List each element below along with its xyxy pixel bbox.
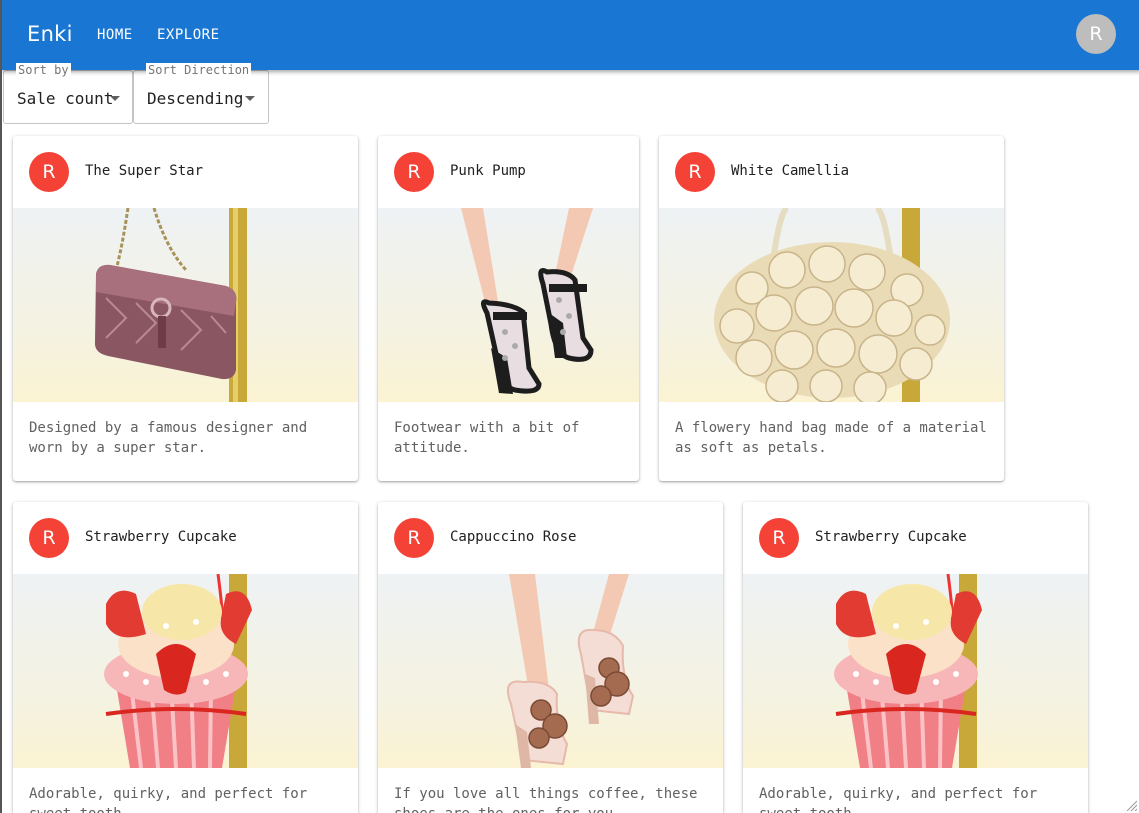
card-description: A flowery hand bag made of a material as…: [675, 420, 987, 456]
card-avatar: R: [29, 152, 69, 192]
card-description: Adorable, quirky, and perfect for sweet …: [759, 786, 1038, 813]
app-title[interactable]: Enki: [27, 22, 73, 46]
card-description: Footwear with a bit of attitude.: [394, 420, 580, 456]
card-title: Strawberry Cupcake: [815, 529, 967, 545]
cupcake-bag-image: [13, 574, 358, 768]
spiked-heels-image: [378, 208, 639, 402]
product-card[interactable]: R Cappuccino Rose If you love all things…: [378, 502, 723, 813]
card-header: R Punk Pump: [378, 136, 639, 208]
card-header: R Strawberry Cupcake: [743, 502, 1088, 574]
product-card[interactable]: R Strawberry Cupcake Adorable, quirky, a…: [743, 502, 1088, 813]
card-header: R Cappuccino Rose: [378, 502, 723, 574]
cupcake-bag-image: [743, 574, 1088, 768]
sort-direction-value: Descending: [147, 89, 244, 108]
card-description: Designed by a famous designer and worn b…: [29, 420, 308, 456]
sort-direction-label: Sort Direction: [146, 63, 252, 77]
app-bar: Enki HOME EXPLORE R: [2, 0, 1139, 70]
product-card[interactable]: R Punk Pump Footwear with a bit of attit…: [378, 136, 639, 481]
card-header: R Strawberry Cupcake: [13, 502, 358, 574]
nav-home-link[interactable]: HOME: [97, 27, 133, 43]
product-card[interactable]: R The Super Star Designed by a famous de…: [13, 136, 358, 481]
card-header: R The Super Star: [13, 136, 358, 208]
card-avatar: R: [675, 152, 715, 192]
rose-heels-image: [378, 574, 723, 768]
card-title: Strawberry Cupcake: [85, 529, 237, 545]
card-title: White Camellia: [731, 163, 850, 179]
card-title: Punk Pump: [450, 163, 526, 179]
card-avatar: R: [29, 518, 69, 558]
clutch-bag-image: [13, 208, 358, 402]
nav-explore-link[interactable]: EXPLORE: [157, 27, 220, 43]
resize-grip-icon[interactable]: [1125, 799, 1137, 811]
sort-by-select[interactable]: Sort by Sale count: [3, 63, 133, 124]
flower-bag-image: [659, 208, 1004, 402]
card-avatar: R: [394, 518, 434, 558]
card-avatar: R: [759, 518, 799, 558]
sort-by-value: Sale count: [17, 89, 114, 108]
card-description: Adorable, quirky, and perfect for sweet …: [29, 786, 308, 813]
sort-direction-select[interactable]: Sort Direction Descending: [133, 63, 269, 124]
card-title: Cappuccino Rose: [450, 529, 577, 545]
card-title: The Super Star: [85, 163, 204, 179]
product-card[interactable]: R Strawberry Cupcake Adorable, quirky, a…: [13, 502, 358, 813]
chevron-down-icon: [245, 96, 255, 101]
card-description: If you love all things coffee, these sho…: [394, 786, 698, 813]
card-avatar: R: [394, 152, 434, 192]
chevron-down-icon: [110, 96, 120, 101]
sort-by-label: Sort by: [16, 63, 71, 77]
app-window: Enki HOME EXPLORE R Sort by Sale count S…: [0, 0, 1139, 813]
card-header: R White Camellia: [659, 136, 1004, 208]
user-avatar[interactable]: R: [1076, 14, 1116, 54]
product-card[interactable]: R White Camellia A flowery hand bag made…: [659, 136, 1004, 481]
